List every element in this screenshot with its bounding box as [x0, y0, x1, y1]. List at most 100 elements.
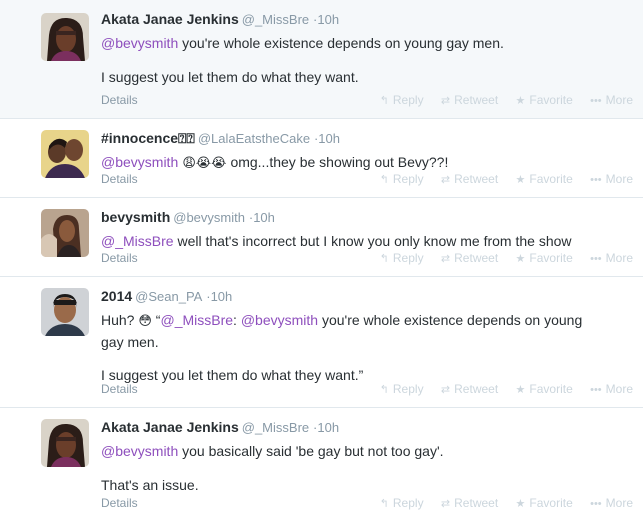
ellipsis-icon: ••• — [590, 253, 602, 265]
emoji-glyphs: ⍰⍰ — [178, 130, 195, 146]
star-icon: ★ — [515, 95, 526, 107]
author-name[interactable]: #innocence — [101, 130, 178, 146]
tweet-actions: ↰ Reply ⇄ Retweet ★ Favorite ••• More — [366, 381, 633, 398]
avatar[interactable] — [41, 13, 89, 61]
tweet-text-prefix: Huh? — [101, 312, 139, 328]
retweet-icon: ⇄ — [440, 95, 451, 107]
reply-button[interactable]: ↰ Reply — [380, 171, 424, 188]
emoji: 😩😭😭 — [178, 156, 231, 171]
more-button[interactable]: ••• More — [590, 171, 633, 188]
ellipsis-icon: ••• — [590, 384, 602, 396]
star-icon: ★ — [515, 174, 526, 186]
tweet-text-line: you basically said 'be gay but not too g… — [178, 443, 444, 459]
tweet-actions: ↰ Reply ⇄ Retweet ★ Favorite ••• More — [366, 250, 633, 267]
author-name[interactable]: bevysmith — [101, 209, 170, 225]
details-link[interactable]: Details — [101, 92, 138, 108]
ellipsis-icon: ••• — [590, 174, 602, 186]
more-button[interactable]: ••• More — [590, 250, 633, 267]
retweet-button[interactable]: ⇄ Retweet — [441, 250, 498, 267]
reply-button[interactable]: ↰ Reply — [380, 92, 424, 109]
reply-button[interactable]: ↰ Reply — [380, 381, 424, 398]
ellipsis-icon: ••• — [590, 498, 602, 510]
retweet-icon: ⇄ — [440, 253, 451, 265]
tweet[interactable]: 2014 @Sean_PA ·10h Huh? 😳 “@_MissBre: @be… — [0, 277, 643, 408]
reply-label: Reply — [392, 172, 424, 186]
colon: : — [233, 312, 241, 328]
tweet[interactable]: Akata Janae Jenkins @_MissBre ·10h @bevys… — [0, 408, 643, 521]
reply-label: Reply — [392, 496, 424, 510]
tweet-text: Huh? 😳 “@_MissBre: @bevysmith you're who… — [101, 310, 633, 332]
author-name[interactable]: Akata Janae Jenkins — [101, 419, 239, 435]
tweet-text: @_MissBre well that's incorrect but I kn… — [101, 231, 633, 251]
retweet-label: Retweet — [454, 382, 499, 396]
reply-icon: ↰ — [379, 498, 389, 510]
tweet[interactable]: Akata Janae Jenkins @_MissBre ·10h @bevys… — [0, 0, 643, 119]
tweet[interactable]: bevysmith @bevysmith ·10h @_MissBre well … — [0, 198, 643, 277]
author-username[interactable]: @bevysmith — [173, 210, 245, 225]
retweet-button[interactable]: ⇄ Retweet — [441, 92, 498, 109]
avatar[interactable] — [41, 419, 89, 467]
details-link[interactable]: Details — [101, 250, 138, 266]
avatar[interactable] — [41, 209, 89, 257]
author-username[interactable]: @_MissBre — [242, 12, 309, 27]
tweet-text: @bevysmith you're whole existence depend… — [101, 33, 633, 53]
more-button[interactable]: ••• More — [590, 381, 633, 398]
timestamp[interactable]: 10h — [317, 420, 339, 435]
tweet-text-line: you're whole existence depends on young … — [178, 35, 504, 51]
more-label: More — [605, 251, 633, 265]
retweet-label: Retweet — [454, 93, 499, 107]
retweet-label: Retweet — [454, 172, 499, 186]
timestamp[interactable]: 10h — [317, 12, 339, 27]
reply-button[interactable]: ↰ Reply — [380, 250, 424, 267]
avatar[interactable] — [41, 130, 89, 178]
author-username[interactable]: @Sean_PA — [135, 289, 202, 304]
emoji: 😳 — [138, 314, 152, 329]
tweet-text-line: well that's incorrect but I know you onl… — [173, 233, 572, 249]
avatar[interactable] — [41, 288, 89, 336]
details-link[interactable]: Details — [101, 171, 138, 187]
tweet-actions: ↰ Reply ⇄ Retweet ★ Favorite ••• More — [366, 92, 633, 109]
tweet-text-line: you're whole existence depends on young — [318, 312, 583, 328]
favorite-button[interactable]: ★ Favorite — [516, 92, 573, 109]
reply-icon: ↰ — [379, 174, 389, 186]
retweet-button[interactable]: ⇄ Retweet — [441, 171, 498, 188]
tweet-text: @bevysmith you basically said 'be gay bu… — [101, 441, 633, 461]
star-icon: ★ — [515, 253, 526, 265]
favorite-label: Favorite — [529, 251, 573, 265]
reply-icon: ↰ — [379, 253, 389, 265]
retweet-icon: ⇄ — [440, 384, 451, 396]
favorite-button[interactable]: ★ Favorite — [516, 381, 573, 398]
retweet-button[interactable]: ⇄ Retweet — [441, 495, 498, 512]
timestamp[interactable]: 10h — [318, 131, 340, 146]
favorite-button[interactable]: ★ Favorite — [516, 495, 573, 512]
tweet-text-line: omg...they be showing out Bevy??! — [230, 154, 449, 170]
author-name[interactable]: Akata Janae Jenkins — [101, 11, 239, 27]
more-button[interactable]: ••• More — [590, 495, 633, 512]
mention-link[interactable]: @bevysmith — [101, 443, 178, 459]
tweet-actions: ↰ Reply ⇄ Retweet ★ Favorite ••• More — [366, 171, 633, 188]
author-name[interactable]: 2014 — [101, 288, 132, 304]
favorite-label: Favorite — [529, 496, 573, 510]
timestamp[interactable]: 10h — [253, 210, 275, 225]
favorite-button[interactable]: ★ Favorite — [516, 171, 573, 188]
details-link[interactable]: Details — [101, 495, 138, 511]
mention-link[interactable]: @_MissBre — [160, 312, 233, 328]
retweet-button[interactable]: ⇄ Retweet — [441, 381, 498, 398]
mention-link[interactable]: @bevysmith — [241, 312, 318, 328]
reply-label: Reply — [392, 93, 424, 107]
mention-link[interactable]: @_MissBre — [101, 233, 174, 249]
author-username[interactable]: @_MissBre — [242, 420, 309, 435]
tweet[interactable]: #innocence⍰⍰ @LalaEatstheCake ·10h @bevys… — [0, 119, 643, 198]
reply-button[interactable]: ↰ Reply — [380, 495, 424, 512]
reply-label: Reply — [392, 251, 424, 265]
timestamp[interactable]: 10h — [211, 289, 233, 304]
details-link[interactable]: Details — [101, 381, 138, 397]
tweet-text-line: I suggest you let them do what they want… — [101, 69, 359, 85]
favorite-button[interactable]: ★ Favorite — [516, 250, 573, 267]
author-username[interactable]: @LalaEatstheCake — [198, 131, 310, 146]
more-label: More — [605, 382, 633, 396]
more-label: More — [605, 172, 633, 186]
more-button[interactable]: ••• More — [590, 92, 633, 109]
mention-link[interactable]: @bevysmith — [101, 154, 178, 170]
mention-link[interactable]: @bevysmith — [101, 35, 178, 51]
